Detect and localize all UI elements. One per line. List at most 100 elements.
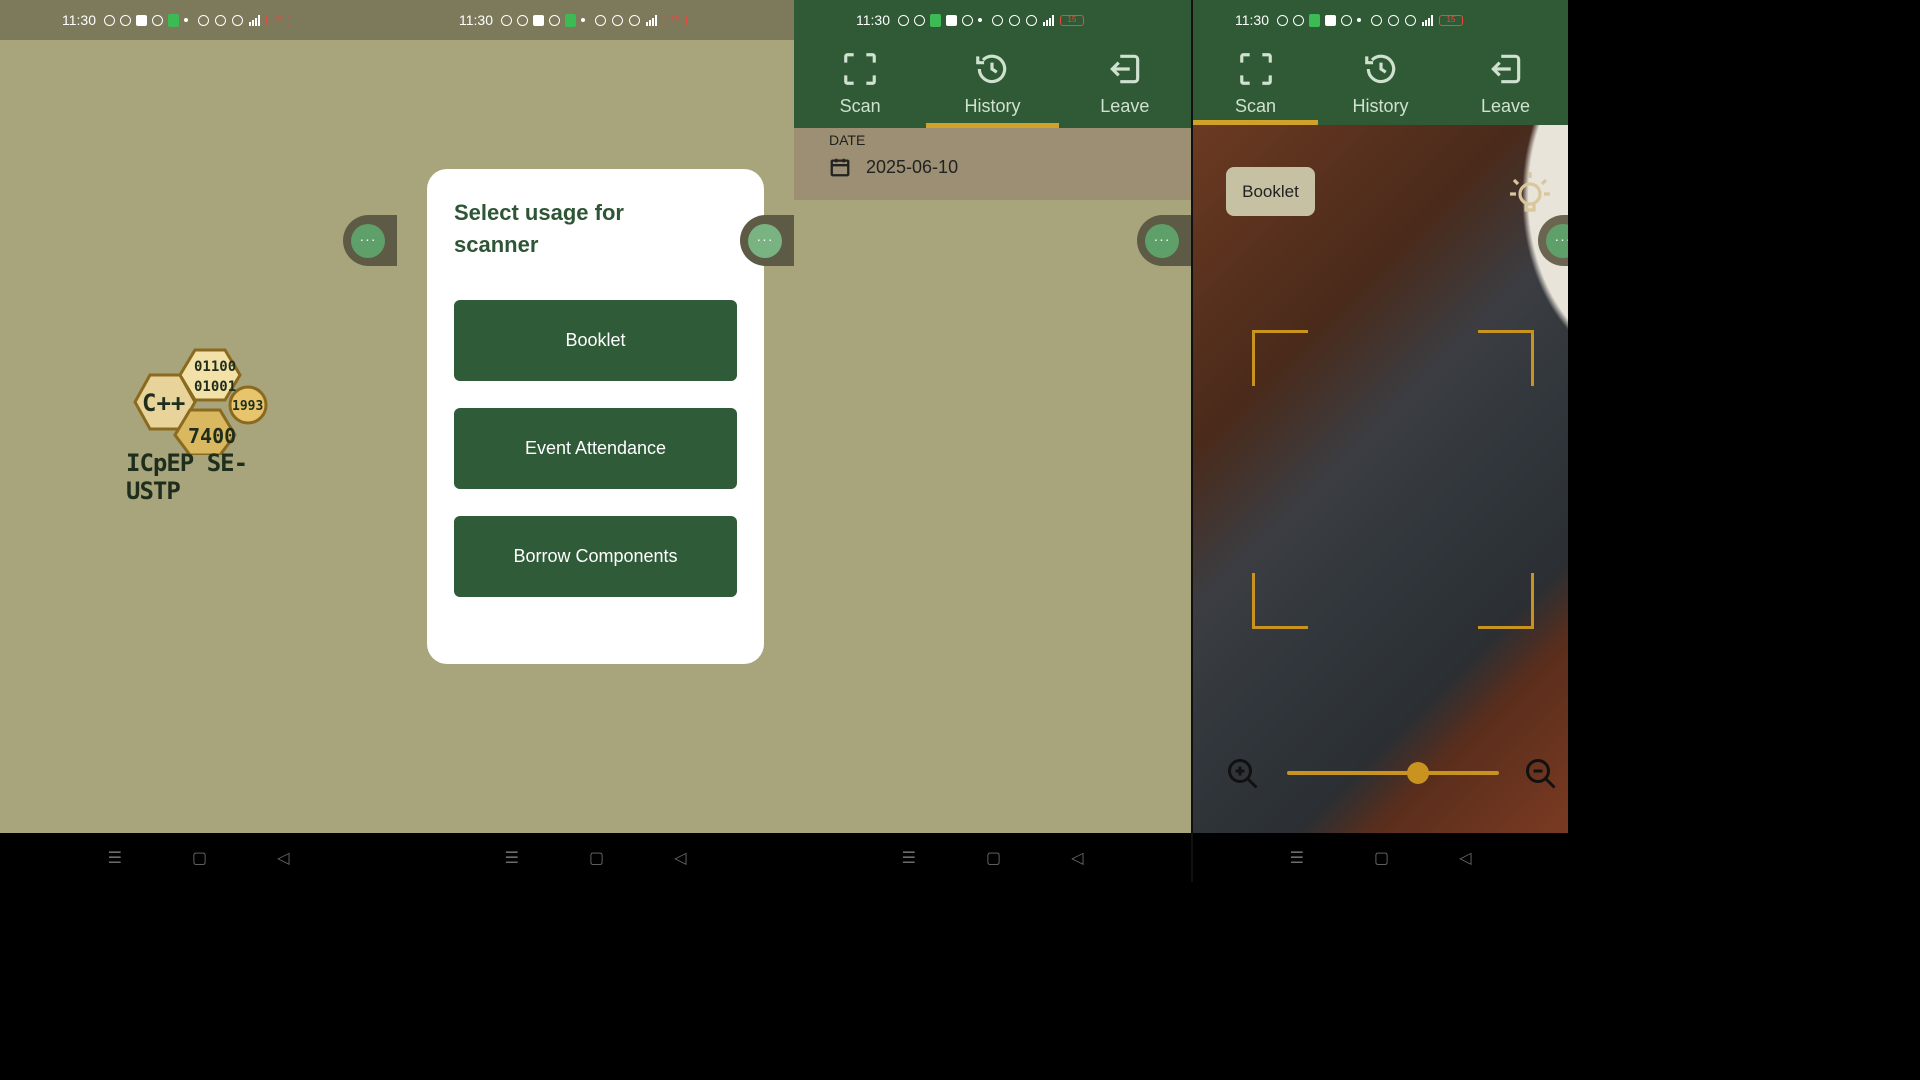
linkedin-icon	[136, 14, 147, 26]
logo-year: 1993	[232, 399, 263, 414]
recents-button[interactable]: ☰	[505, 848, 519, 868]
viewfinder-corner-bottom-left	[1252, 573, 1308, 629]
status-bar: 11:30 15	[397, 0, 794, 40]
borrow-components-button[interactable]: Borrow Components	[454, 516, 737, 597]
usage-dialog: Select usage for scanner Booklet Event A…	[427, 169, 764, 664]
chat-head[interactable]: ···	[343, 215, 397, 266]
tab-scan-label: Scan	[839, 96, 881, 116]
calendar-icon	[830, 158, 850, 177]
leave-icon	[1490, 54, 1520, 84]
chat-head-dots-icon[interactable]: ···	[1145, 224, 1179, 258]
dialog-title: Select usage for scanner	[454, 200, 624, 257]
tab-leave[interactable]: Leave	[1059, 40, 1191, 128]
back-button[interactable]: ◁	[674, 848, 686, 868]
viewfinder-corner-bottom-right	[1478, 573, 1534, 629]
tab-leave-label: Leave	[1100, 96, 1150, 116]
app-notification-icon	[1309, 13, 1320, 27]
battery-icon: 15	[1060, 14, 1084, 26]
wifi-icon	[1026, 14, 1037, 26]
home-button[interactable]: ▢	[192, 848, 207, 868]
wifi-icon	[629, 14, 640, 26]
app-notification-icon	[565, 13, 576, 27]
date-filter[interactable]: DATE 2025-06-10	[794, 128, 1191, 200]
status-time: 11:30	[459, 12, 493, 28]
scan-icon	[1239, 53, 1272, 85]
flashlight-icon[interactable]	[1506, 168, 1554, 220]
hash-icon	[962, 14, 973, 26]
system-nav-bar: ☰ ▢ ◁	[1193, 833, 1568, 882]
logo-code: 7400	[188, 424, 236, 448]
recents-button[interactable]: ☰	[1290, 848, 1304, 868]
gmail-icon	[549, 14, 560, 26]
back-button[interactable]: ◁	[1071, 848, 1083, 868]
tab-scan[interactable]: Scan	[794, 40, 926, 128]
home-button[interactable]: ▢	[986, 848, 1001, 868]
mute-icon	[612, 14, 623, 26]
notification-icon	[1325, 14, 1336, 26]
status-time: 11:30	[1235, 12, 1269, 28]
tab-scan-label: Scan	[1234, 96, 1277, 116]
battery-icon: 15	[663, 14, 687, 26]
chat-head[interactable]: ···	[740, 215, 794, 266]
logo-lang: C++	[142, 389, 185, 417]
mute-icon	[1009, 14, 1020, 26]
date-value: 2025-06-10	[866, 156, 959, 177]
wifi-icon	[232, 14, 243, 26]
logo-binary-2: 01001	[194, 379, 236, 395]
splash-screen: 11:30 15 ··· C++ 01100 01001 1993 7400 I…	[0, 0, 397, 882]
zoom-slider[interactable]	[1287, 762, 1499, 784]
chat-head-dots-icon[interactable]: ···	[351, 224, 385, 258]
home-button[interactable]: ▢	[589, 848, 604, 868]
signal-icon	[1043, 14, 1054, 26]
viewfinder-corner-top-left	[1252, 330, 1308, 386]
main-tab-bar: Scan History Leave	[1193, 40, 1568, 125]
chat-head[interactable]: ···	[1137, 215, 1191, 266]
gmail-icon	[1293, 14, 1304, 26]
logo-hexagons-icon: C++ 01100 01001 1993 7400	[133, 348, 268, 457]
mute-icon	[215, 14, 226, 26]
usage-chip[interactable]: Booklet	[1226, 167, 1315, 216]
signal-icon	[249, 14, 260, 26]
more-notifications-icon	[1357, 18, 1361, 22]
status-time: 11:30	[62, 12, 96, 28]
system-nav-bar: ☰ ▢ ◁	[794, 833, 1191, 882]
tab-history[interactable]: History	[926, 40, 1059, 128]
back-button[interactable]: ◁	[277, 848, 289, 868]
camera-preview[interactable]	[1193, 125, 1568, 833]
system-nav-bar: ☰ ▢ ◁	[0, 833, 397, 882]
chat-head-dots-icon[interactable]: ···	[748, 224, 782, 258]
status-bar: 11:30 15	[794, 0, 1191, 40]
event-attendance-button[interactable]: Event Attendance	[454, 408, 737, 489]
back-button[interactable]: ◁	[1459, 848, 1471, 868]
tab-leave-label: Leave	[1480, 96, 1531, 116]
tab-leave[interactable]: Leave	[1443, 40, 1568, 125]
gmail-icon	[914, 14, 925, 26]
scan-icon	[844, 53, 876, 85]
home-button[interactable]: ▢	[1374, 848, 1389, 868]
chat-head-dots-icon[interactable]: ···	[1546, 224, 1568, 258]
more-notifications-icon	[581, 18, 585, 22]
zoom-out-icon[interactable]	[1523, 756, 1559, 792]
mute-icon	[1388, 14, 1399, 26]
logo-binary-1: 01100	[194, 359, 236, 375]
zoom-in-icon[interactable]	[1225, 756, 1261, 792]
main-tab-bar: Scan History Leave	[794, 40, 1191, 128]
history-icon	[976, 54, 1007, 84]
tab-history[interactable]: History	[1318, 40, 1443, 125]
booklet-button[interactable]: Booklet	[454, 300, 737, 381]
recents-button[interactable]: ☰	[108, 848, 122, 868]
app-notification-icon	[168, 13, 179, 27]
tab-scan[interactable]: Scan	[1193, 40, 1318, 125]
date-label: DATE	[829, 132, 866, 148]
viewfinder-corner-top-right	[1478, 330, 1534, 386]
linkedin-icon	[533, 14, 544, 26]
facebook-icon	[517, 14, 528, 26]
messenger-icon	[104, 14, 115, 26]
battery-icon: 15	[266, 14, 290, 26]
gmail-icon	[152, 14, 163, 26]
messenger-icon	[898, 14, 909, 26]
alarm-icon	[595, 14, 606, 26]
signal-icon	[1422, 14, 1433, 26]
recents-button[interactable]: ☰	[902, 848, 916, 868]
leave-icon	[1109, 54, 1140, 84]
